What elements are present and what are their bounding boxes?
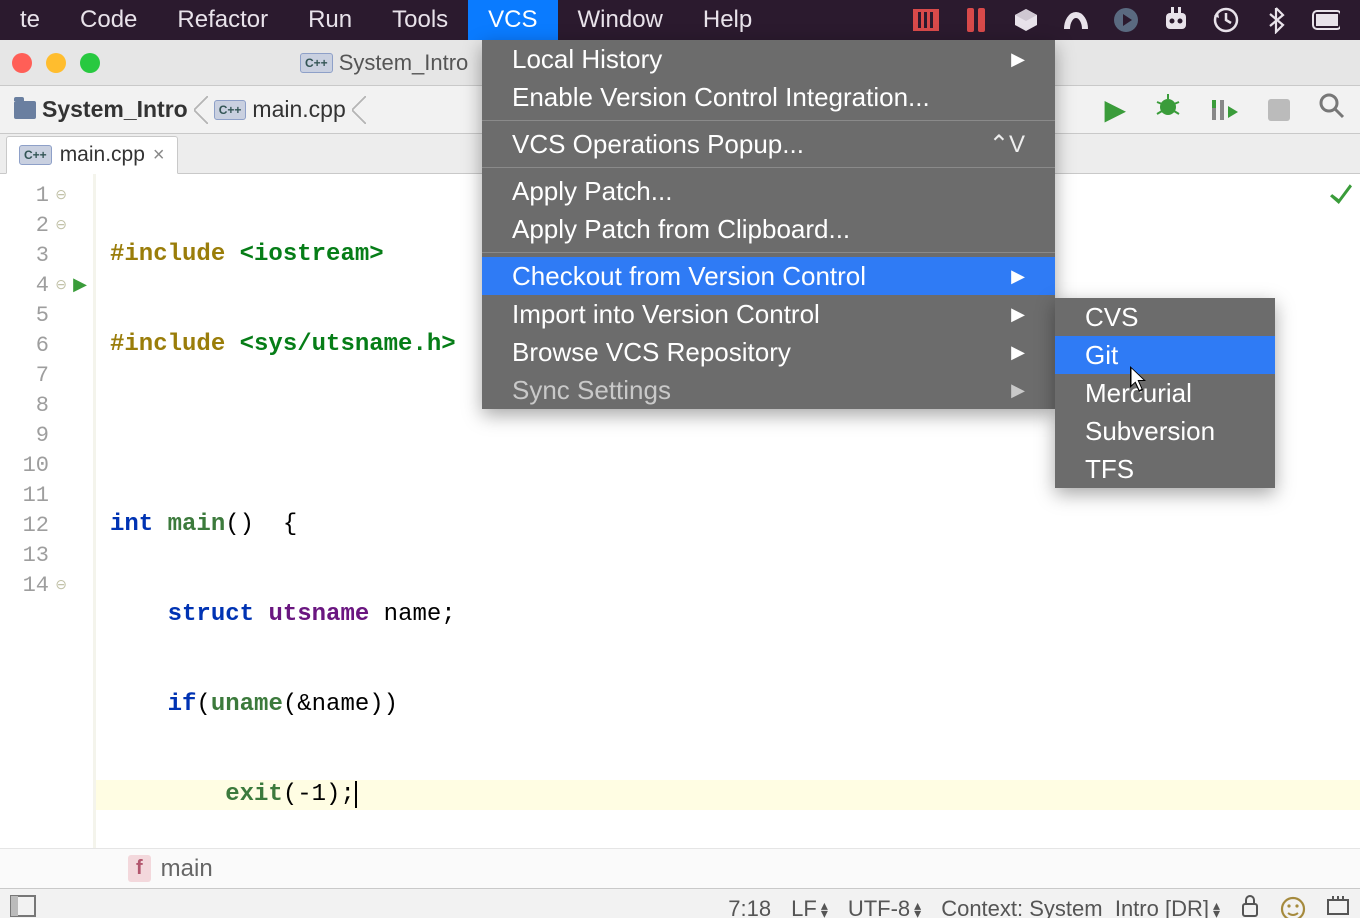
- line-number: 12: [0, 510, 93, 540]
- menu-item-run[interactable]: Run: [288, 0, 372, 40]
- battery-icon[interactable]: [1312, 6, 1340, 34]
- record-icon[interactable]: [912, 6, 940, 34]
- line-number: 9: [0, 420, 93, 450]
- code-line: [96, 870, 1360, 900]
- submenu-arrow-icon: ▶: [1011, 380, 1025, 401]
- menu-separator: [482, 252, 1055, 253]
- bluetooth-icon[interactable]: [1262, 6, 1290, 34]
- code-line: int main() {: [96, 510, 1360, 540]
- line-number: 6: [0, 330, 93, 360]
- stop-button[interactable]: [1268, 99, 1290, 121]
- traffic-lights: [12, 53, 100, 73]
- fold-marker-icon[interactable]: ⊖: [55, 217, 67, 234]
- line-number: 3: [0, 240, 93, 270]
- menu-local-history[interactable]: Local History▶: [482, 40, 1055, 78]
- submenu-arrow-icon: ▶: [1011, 304, 1025, 325]
- window-title-text: System_Intro: [339, 50, 469, 76]
- folder-icon: [14, 101, 36, 119]
- menubar-tray: [912, 6, 1360, 34]
- submenu-tfs[interactable]: TFS: [1055, 450, 1275, 488]
- coverage-button[interactable]: [1210, 96, 1240, 124]
- menu-apply-patch[interactable]: Apply Patch...: [482, 172, 1055, 210]
- line-number: 13: [0, 540, 93, 570]
- tool-window-toggle[interactable]: [10, 895, 36, 918]
- submenu-mercurial[interactable]: Mercurial: [1055, 374, 1275, 412]
- submenu-subversion[interactable]: Subversion: [1055, 412, 1275, 450]
- robot-icon[interactable]: [1162, 6, 1190, 34]
- menubar-left: te Code Refactor Run Tools VCS Window He…: [0, 0, 772, 40]
- tab-label: main.cpp: [60, 143, 145, 167]
- line-number: 11: [0, 480, 93, 510]
- editor-gutter: 1⊖ 2⊖ 3 4▶⊖ 5 6 7 8 9 10 11 12 13 14⊖: [0, 174, 96, 848]
- breadcrumb-separator-icon: [194, 96, 208, 124]
- menu-separator: [482, 120, 1055, 121]
- submenu-arrow-icon: ▶: [1011, 266, 1025, 287]
- line-number: 5: [0, 300, 93, 330]
- menu-separator: [482, 167, 1055, 168]
- shortcut-label: ⌃V: [989, 130, 1025, 159]
- breadcrumb-project-label: System_Intro: [42, 96, 188, 123]
- breadcrumb-file[interactable]: C++ main.cpp: [214, 96, 346, 123]
- line-number: 1⊖: [0, 180, 93, 210]
- search-button[interactable]: [1318, 92, 1346, 127]
- pause-icon[interactable]: [962, 6, 990, 34]
- menu-item-tools[interactable]: Tools: [372, 0, 468, 40]
- menu-item-vcs[interactable]: VCS: [468, 0, 557, 40]
- menu-checkout-from-vcs[interactable]: Checkout from Version Control▶: [482, 257, 1055, 295]
- window-title: C++ System_Intro: [300, 50, 468, 76]
- cpp-file-icon: C++: [19, 145, 52, 165]
- submenu-arrow-icon: ▶: [1011, 342, 1025, 363]
- maximize-window-button[interactable]: [80, 53, 100, 73]
- menu-item-help[interactable]: Help: [683, 0, 772, 40]
- menu-item-refactor[interactable]: Refactor: [157, 0, 288, 40]
- menu-item-navigate[interactable]: te: [0, 0, 60, 40]
- arch-icon[interactable]: [1062, 6, 1090, 34]
- fold-marker-icon[interactable]: ⊖: [55, 577, 67, 594]
- line-number: 10: [0, 450, 93, 480]
- menu-import-into-vcs[interactable]: Import into Version Control▶: [482, 295, 1055, 333]
- breadcrumb-file-label: main.cpp: [252, 96, 345, 123]
- tab-main-cpp[interactable]: C++ main.cpp ×: [6, 136, 178, 174]
- macos-menubar: te Code Refactor Run Tools VCS Window He…: [0, 0, 1360, 40]
- checkout-submenu: CVS Git Mercurial Subversion TFS: [1055, 298, 1275, 488]
- code-line: struct utsname name;: [96, 600, 1360, 630]
- circle-arrow-icon[interactable]: [1112, 6, 1140, 34]
- submenu-git[interactable]: Git: [1055, 336, 1275, 374]
- vcs-menu-dropdown: Local History▶ Enable Version Control In…: [482, 40, 1055, 409]
- close-tab-button[interactable]: ×: [153, 144, 165, 167]
- menu-sync-settings: Sync Settings▶: [482, 371, 1055, 409]
- box-icon[interactable]: [1012, 6, 1040, 34]
- submenu-arrow-icon: ▶: [1011, 49, 1025, 70]
- run-button[interactable]: ▶: [1104, 93, 1126, 126]
- toolbar-actions: ▶: [1104, 92, 1346, 127]
- breadcrumb-separator-icon: [352, 96, 366, 124]
- fold-marker-icon[interactable]: ⊖: [55, 277, 67, 294]
- code-line-current: exit(-1);: [96, 780, 1360, 810]
- submenu-cvs[interactable]: CVS: [1055, 298, 1275, 336]
- line-number: 7: [0, 360, 93, 390]
- cpp-file-icon: C++: [300, 53, 333, 73]
- menu-enable-vcs-integration[interactable]: Enable Version Control Integration...: [482, 78, 1055, 116]
- debug-button[interactable]: [1154, 92, 1182, 127]
- line-number: 4▶⊖: [0, 270, 93, 300]
- line-number: 2⊖: [0, 210, 93, 240]
- fold-marker-icon[interactable]: ⊖: [55, 187, 67, 204]
- minimize-window-button[interactable]: [46, 53, 66, 73]
- menu-apply-patch-clipboard[interactable]: Apply Patch from Clipboard...: [482, 210, 1055, 248]
- line-number: 8: [0, 390, 93, 420]
- close-window-button[interactable]: [12, 53, 32, 73]
- menu-item-code[interactable]: Code: [60, 0, 157, 40]
- menu-item-window[interactable]: Window: [558, 0, 683, 40]
- timemachine-icon[interactable]: [1212, 6, 1240, 34]
- code-line: if(uname(&name)): [96, 690, 1360, 720]
- cpp-file-icon: C++: [214, 100, 247, 120]
- gutter-run-icon[interactable]: ▶: [73, 274, 87, 296]
- line-number: 14⊖: [0, 570, 93, 600]
- breadcrumb-project[interactable]: System_Intro: [14, 96, 188, 123]
- menu-vcs-operations-popup[interactable]: VCS Operations Popup...⌃V: [482, 125, 1055, 163]
- menu-browse-vcs-repository[interactable]: Browse VCS Repository▶: [482, 333, 1055, 371]
